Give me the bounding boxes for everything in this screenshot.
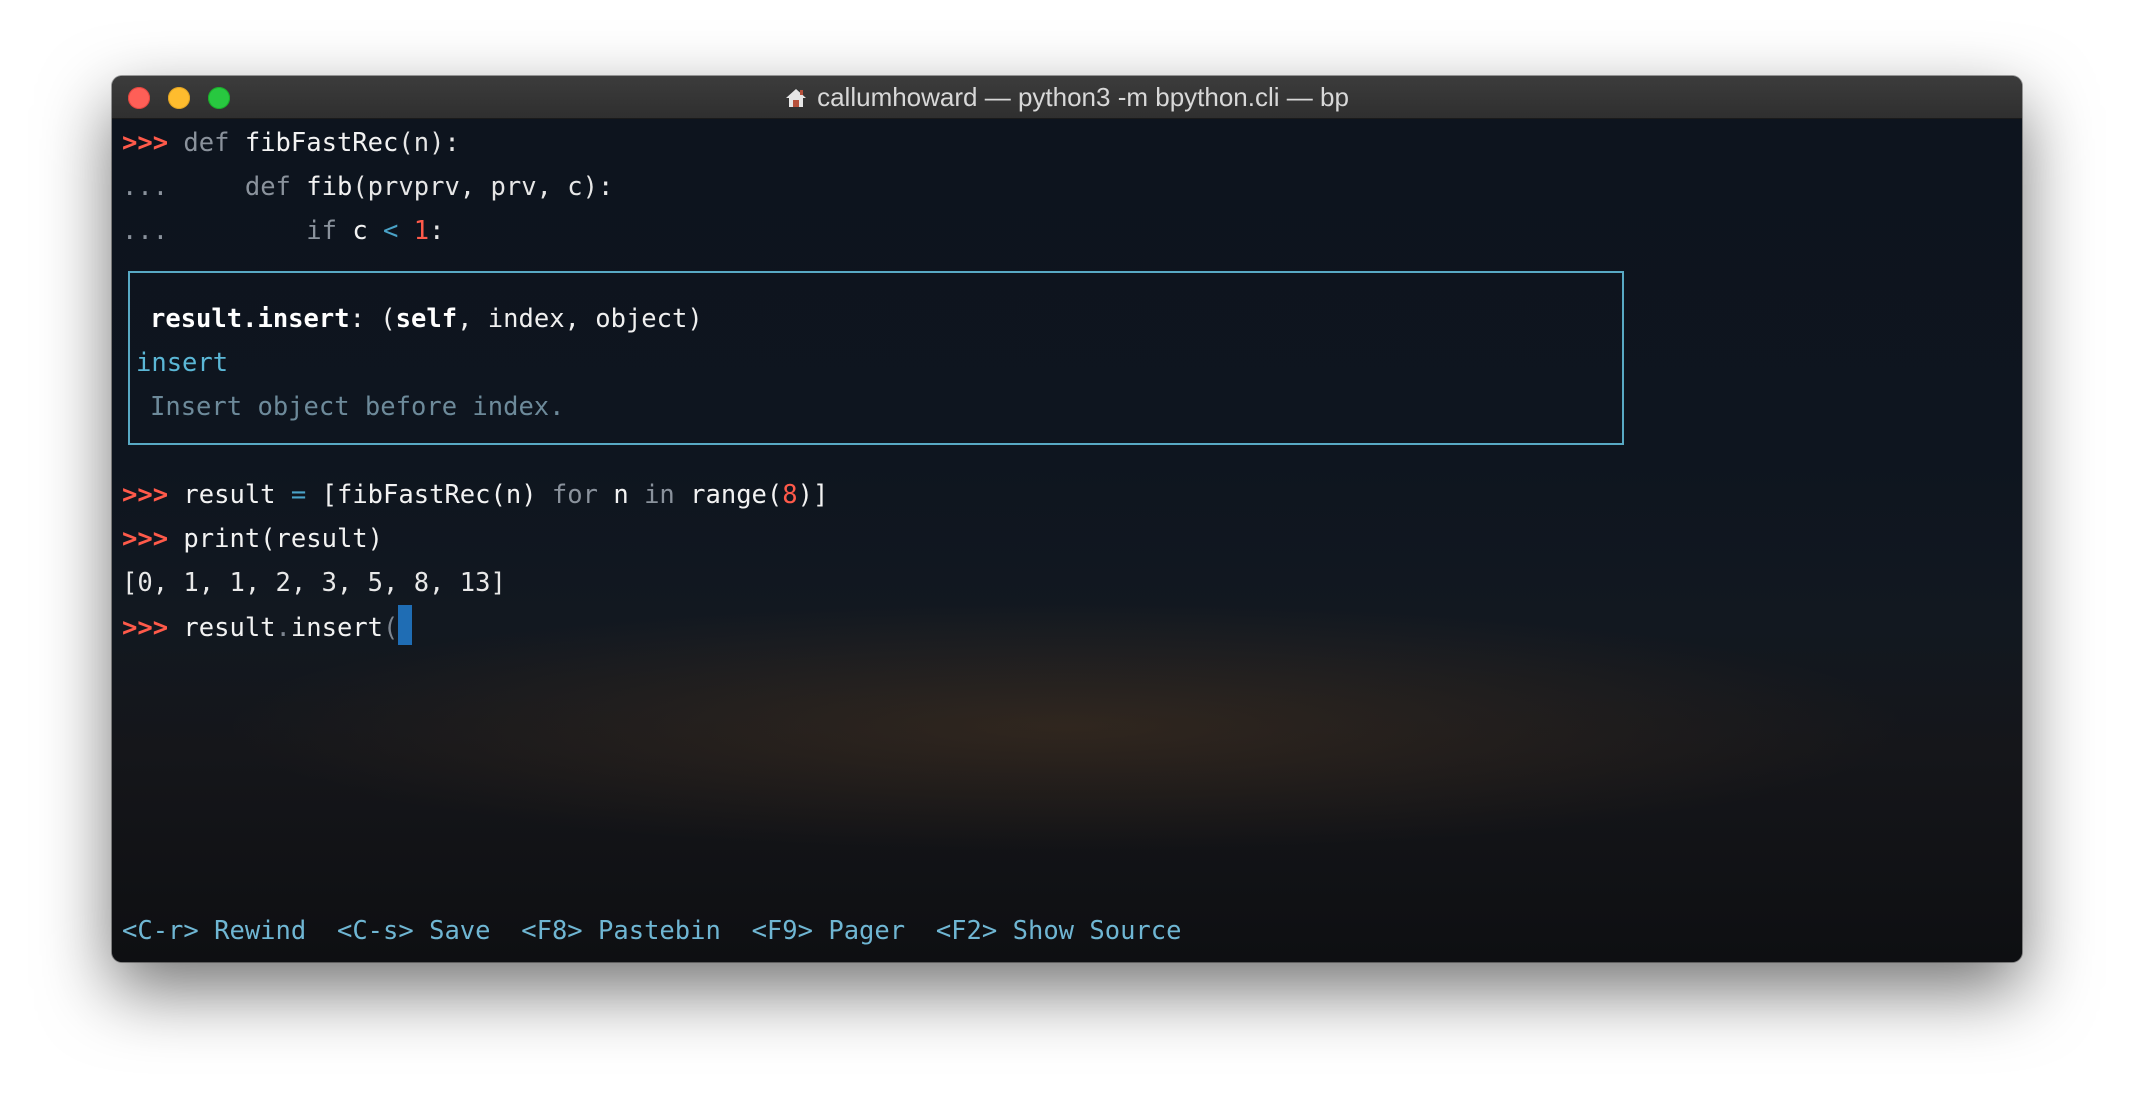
completion-name[interactable]: insert (136, 341, 228, 385)
code-text: range( (690, 480, 783, 510)
footer-label: Pastebin (598, 916, 721, 946)
footer-key: <F2> (935, 916, 998, 946)
keyword: for (551, 480, 598, 510)
docstring: Insert object before index. (150, 392, 565, 422)
footer-label: Rewind (214, 916, 307, 946)
signature-self-param: self (395, 304, 458, 334)
code-text: : (429, 216, 445, 246)
footer-key: <F9> (751, 916, 813, 946)
input-line: >>> print(result) (122, 517, 383, 561)
terminal-content[interactable]: >>> def fibFastRec(n): ... def fib(prvpr… (112, 119, 2022, 962)
footer-item-pastebin[interactable]: <F8> Pastebin (521, 916, 721, 946)
history-line: ... def fib(prvprv, prv, c): (122, 165, 613, 209)
current-input-line[interactable]: >>> result.insert( (122, 605, 413, 649)
function-name: fibFastRec (244, 128, 399, 158)
keyword: if (306, 216, 337, 246)
signature-popup: result.insert: (self, index, object) ins… (128, 271, 1624, 445)
footer-key: <C-r> (122, 916, 199, 946)
home-icon (785, 79, 807, 107)
text-cursor (398, 605, 413, 645)
history-line: >>> def fibFastRec(n): (122, 121, 460, 165)
window-title: callumhoward — python3 -m bpython.cli — … (112, 76, 2022, 118)
footer-item-show-source[interactable]: <F2> Show Source (936, 916, 1182, 946)
signature-function: result.insert (150, 304, 350, 334)
dot-operator: . (275, 613, 291, 643)
variable: c (352, 216, 368, 246)
output-line: [0, 1, 1, 2, 3, 5, 8, 13] (122, 568, 506, 598)
operator: < (383, 216, 399, 246)
variable: result (183, 480, 276, 510)
history-line: ... if c < 1: (122, 209, 444, 253)
terminal-window: callumhoward — python3 -m bpython.cli — … (112, 76, 2022, 962)
number-literal: 8 (782, 480, 798, 510)
code-text: (n): (398, 128, 460, 158)
title-bar[interactable]: callumhoward — python3 -m bpython.cli — … (112, 76, 2022, 119)
window-title-text: callumhoward — python3 -m bpython.cli — … (817, 82, 1349, 112)
function-name: fib (306, 172, 353, 202)
prompt: >>> (122, 480, 169, 510)
open-paren: ( (383, 613, 399, 643)
variable: result (183, 613, 276, 643)
footer-item-pager[interactable]: <F9> Pager (752, 916, 906, 946)
prompt: >>> (122, 524, 169, 554)
continuation-prompt: ... (122, 172, 169, 202)
code-text: [fibFastRec(n) (321, 480, 537, 510)
footer-label: Save (429, 916, 491, 946)
method-name: insert (290, 613, 384, 643)
footer-key: <C-s> (336, 916, 414, 946)
footer-key: <F8> (521, 916, 583, 946)
keyword: def (183, 128, 230, 158)
input-line: >>> result = [fibFastRec(n) for n in ran… (122, 473, 828, 517)
prompt: >>> (122, 613, 169, 643)
code-text: (prvprv, prv, c): (352, 172, 614, 202)
footer-item-rewind[interactable]: <C-r> Rewind (122, 916, 306, 946)
code-text: print(result) (183, 524, 384, 554)
keyword: in (644, 480, 675, 510)
operator: = (290, 480, 307, 510)
footer-item-save[interactable]: <C-s> Save (337, 916, 491, 946)
continuation-prompt: ... (122, 216, 169, 246)
footer-label: Show Source (1012, 916, 1182, 946)
keyword: def (244, 172, 291, 202)
variable: n (613, 480, 629, 510)
prompt: >>> (122, 128, 169, 158)
signature-separator: : ( (349, 304, 396, 334)
footer-label: Pager (828, 916, 906, 946)
signature-line: result.insert: (self, index, object) (150, 297, 703, 341)
signature-params: , index, object) (457, 304, 703, 334)
keybinding-footer: <C-r> Rewind <C-s> Save <F8> Pastebin <F… (122, 909, 1182, 953)
number-literal: 1 (413, 216, 430, 246)
code-text: )] (797, 480, 829, 510)
